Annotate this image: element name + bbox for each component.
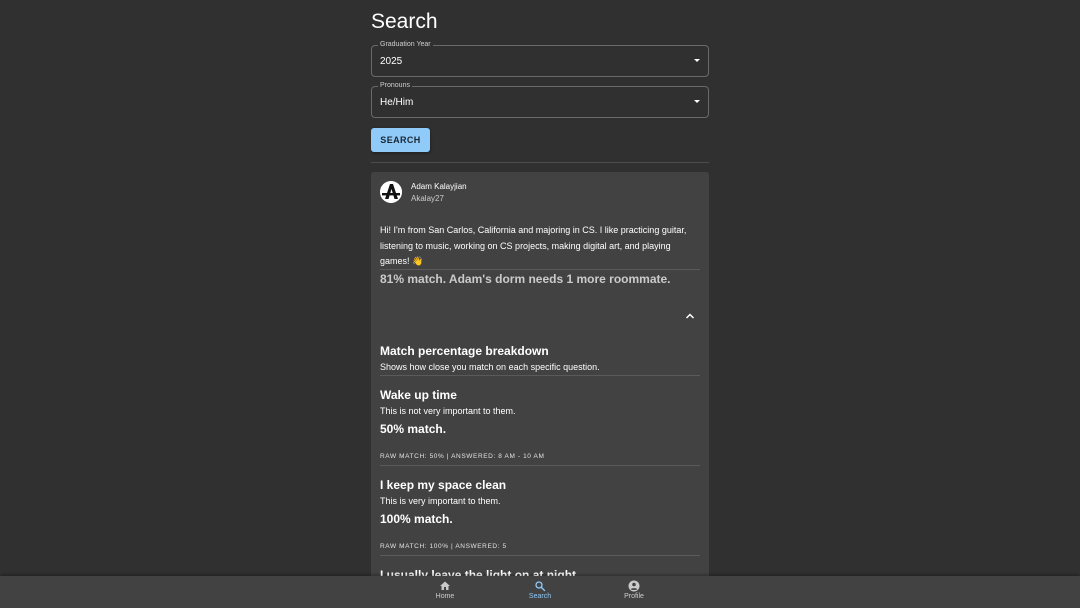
- breakdown-title: Match percentage breakdown: [380, 344, 549, 358]
- user-handle: Akalay27: [411, 194, 444, 203]
- question-match: 100% match.: [380, 512, 453, 526]
- question-title: I keep my space clean: [380, 478, 507, 492]
- pronouns-select[interactable]: Pronouns He/Him: [371, 81, 709, 118]
- page-title: Search: [371, 10, 438, 33]
- collapse-button[interactable]: [683, 309, 697, 321]
- chevron-up-icon: [685, 313, 695, 319]
- bottom-navigation: Home Search Profile: [0, 576, 1080, 608]
- question-raw-match: RAW MATCH: 100% | ANSWERED: 5: [380, 543, 507, 550]
- user-bio: Hi! I'm from San Carlos, California and …: [380, 225, 687, 266]
- avatar[interactable]: [380, 181, 402, 203]
- divider: [380, 375, 700, 376]
- avatar-logo-icon: [380, 181, 402, 203]
- graduation-year-select[interactable]: Graduation Year 2025: [371, 40, 709, 77]
- dropdown-arrow-icon[interactable]: [694, 59, 700, 62]
- breakdown-subtitle: Shows how close you match on each specif…: [380, 362, 600, 372]
- question-importance: This is not very important to them.: [380, 406, 516, 416]
- search-icon: [535, 581, 546, 592]
- divider: [371, 162, 709, 163]
- graduation-year-value: 2025: [380, 56, 403, 67]
- nav-search[interactable]: Search: [510, 576, 570, 608]
- divider: [380, 555, 700, 556]
- divider: [380, 465, 700, 466]
- pronouns-value: He/Him: [380, 97, 414, 108]
- nav-home-label: Home: [435, 593, 455, 600]
- question-raw-match: RAW MATCH: 50% | ANSWERED: 8 AM - 10 AM: [380, 453, 545, 460]
- nav-profile-label: Profile: [624, 593, 644, 600]
- pronouns-label: Pronouns: [378, 81, 412, 91]
- question-match: 50% match.: [380, 422, 447, 436]
- dropdown-arrow-icon[interactable]: [694, 100, 700, 103]
- search-page: Search Graduation Year 2025 Pronouns He/…: [371, 0, 709, 576]
- user-name: Adam Kalayjian: [411, 182, 467, 191]
- question-title: I usually leave the light on at night: [380, 568, 577, 576]
- match-summary: 81% match. Adam's dorm needs 1 more room…: [380, 272, 671, 286]
- graduation-year-label: Graduation Year: [378, 40, 433, 50]
- nav-search-label: Search: [528, 593, 552, 600]
- result-card: Adam Kalayjian Akalay27 Hi! I'm from San…: [371, 172, 709, 576]
- question-importance: This is very important to them.: [380, 496, 501, 506]
- question-title: Wake up time: [380, 388, 457, 402]
- nav-profile[interactable]: Profile: [604, 576, 664, 608]
- account-circle-icon: [628, 580, 640, 592]
- nav-home[interactable]: Home: [415, 576, 475, 608]
- divider: [380, 269, 700, 270]
- search-button[interactable]: SEARCH: [371, 128, 430, 152]
- home-icon: [440, 581, 450, 590]
